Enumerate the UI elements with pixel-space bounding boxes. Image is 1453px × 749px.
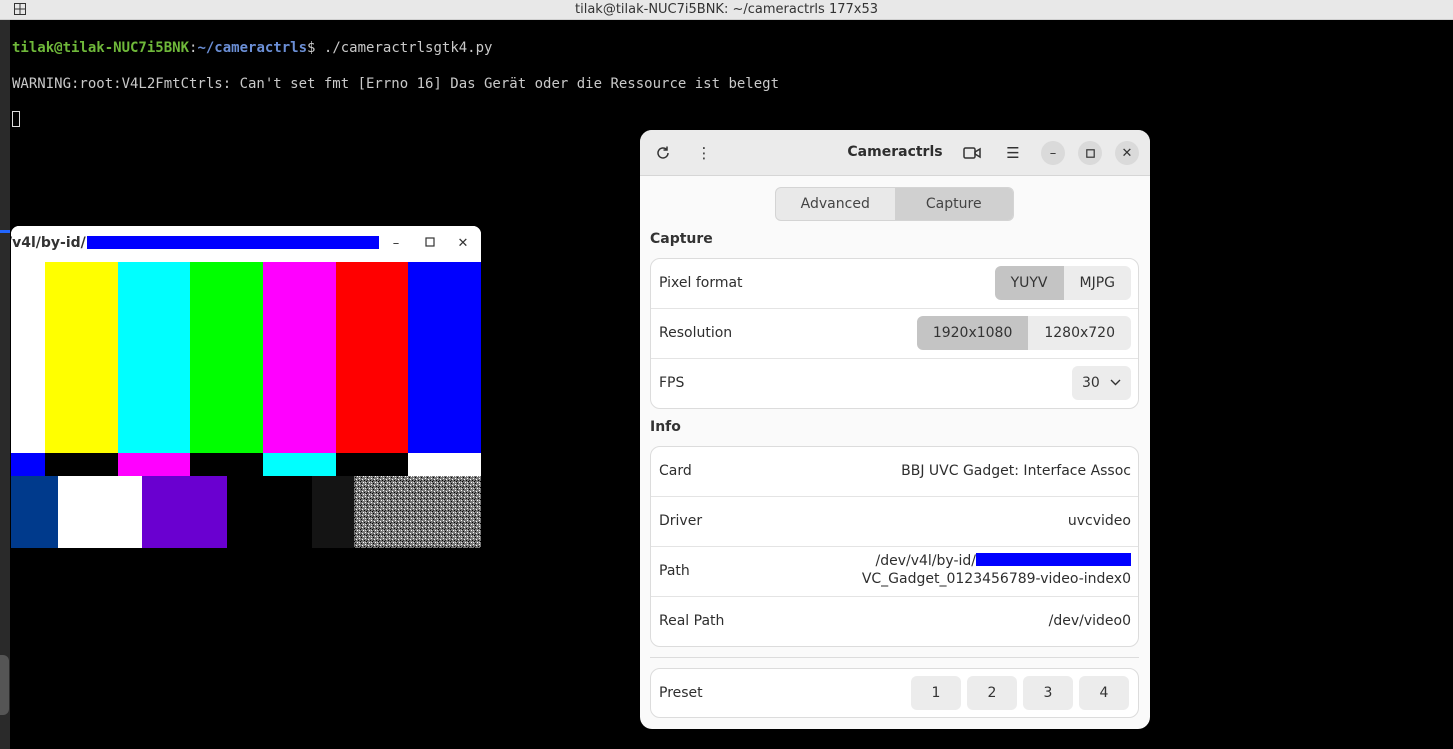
preview-titlebar[interactable]: /v4l/by-id/ – ✕ bbox=[11, 226, 481, 262]
info-heading: Info bbox=[650, 419, 681, 435]
path-row: Path /dev/v4l/by-id/ VC_Gadget_012345678… bbox=[651, 547, 1138, 597]
preview-window[interactable]: /v4l/by-id/ – ✕ bbox=[11, 226, 481, 548]
pixel-format-yuyv[interactable]: YUYV bbox=[994, 266, 1064, 300]
maximize-icon[interactable] bbox=[1078, 141, 1102, 165]
chevron-down-icon bbox=[1110, 366, 1121, 400]
dock-handle[interactable] bbox=[0, 655, 9, 715]
terminal-titlebar[interactable]: tilak@tilak-NUC7i5BNK: ~/cameractrls 177… bbox=[0, 0, 1453, 20]
terminal-output[interactable]: tilak@tilak-NUC7i5BNK:~/cameractrls$ ./c… bbox=[12, 21, 1453, 147]
fps-label: FPS bbox=[659, 375, 685, 391]
terminal-line-cursor bbox=[12, 111, 1453, 129]
cameractrls-window[interactable]: ⋮ Cameractrls ☰ – ✕ Advanced Capture Cap… bbox=[640, 130, 1150, 729]
capture-heading: Capture bbox=[650, 231, 713, 247]
dock-indicator bbox=[0, 230, 10, 233]
close-icon[interactable]: ✕ bbox=[453, 234, 473, 254]
card-label: Card bbox=[659, 463, 692, 479]
preset-button-3[interactable]: 3 bbox=[1023, 676, 1073, 710]
info-group: Card BBJ UVC Gadget: Interface Assoc Dri… bbox=[650, 446, 1139, 647]
minimize-icon[interactable]: – bbox=[1041, 141, 1065, 165]
capture-group: Pixel format YUYV MJPG Resolution 1920x1… bbox=[650, 258, 1139, 409]
fps-dropdown[interactable]: 30 bbox=[1072, 366, 1131, 400]
resolution-1920x1080[interactable]: 1920x1080 bbox=[916, 316, 1029, 350]
card-row: Card BBJ UVC Gadget: Interface Assoc bbox=[651, 447, 1138, 497]
path-redaction bbox=[976, 553, 1131, 566]
driver-row: Driver uvcvideo bbox=[651, 497, 1138, 547]
resolution-row: Resolution 1920x1080 1280x720 bbox=[651, 309, 1138, 359]
card-value: BBJ UVC Gadget: Interface Assoc bbox=[901, 463, 1131, 479]
cameractrls-headerbar[interactable]: ⋮ Cameractrls ☰ – ✕ bbox=[640, 130, 1150, 176]
path-value-prefix: /dev/v4l/by-id/ bbox=[875, 553, 977, 569]
close-icon[interactable]: ✕ bbox=[1115, 141, 1139, 165]
preview-title: /v4l/by-id/ bbox=[11, 235, 86, 251]
real-path-value: /dev/video0 bbox=[1048, 613, 1131, 629]
command-text: ./cameractrlsgtk4.py bbox=[315, 40, 493, 56]
preset-group: Preset 1 2 3 4 bbox=[650, 668, 1139, 718]
view-switcher: Advanced Capture bbox=[775, 187, 1014, 221]
prompt-user: tilak@tilak-NUC7i5BNK bbox=[12, 40, 190, 56]
real-path-row: Real Path /dev/video0 bbox=[651, 597, 1138, 646]
maximize-icon[interactable] bbox=[420, 234, 440, 254]
fps-row: FPS 30 bbox=[651, 359, 1138, 408]
pixel-format-mjpg[interactable]: MJPG bbox=[1063, 266, 1131, 300]
tab-capture[interactable]: Capture bbox=[894, 188, 1013, 220]
terminal-title: tilak@tilak-NUC7i5BNK: ~/cameractrls 177… bbox=[575, 2, 878, 17]
hamburger-menu-icon[interactable]: ☰ bbox=[1001, 141, 1025, 165]
preset-button-1[interactable]: 1 bbox=[911, 676, 961, 710]
fps-value: 30 bbox=[1082, 375, 1100, 391]
path-label: Path bbox=[659, 563, 690, 579]
path-value: /dev/v4l/by-id/ VC_Gadget_0123456789-vid… bbox=[862, 552, 1131, 588]
preview-title-redaction bbox=[87, 236, 379, 249]
resolution-toggle: 1920x1080 1280x720 bbox=[916, 316, 1131, 350]
camera-icon[interactable] bbox=[960, 141, 984, 165]
preset-button-2[interactable]: 2 bbox=[967, 676, 1017, 710]
terminal-cursor bbox=[12, 111, 20, 127]
terminal-line-command: tilak@tilak-NUC7i5BNK:~/cameractrls$ ./c… bbox=[12, 39, 1453, 57]
preset-button-4[interactable]: 4 bbox=[1079, 676, 1129, 710]
prompt-path: ~/cameractrls bbox=[197, 40, 308, 56]
pixel-format-toggle: YUYV MJPG bbox=[994, 266, 1131, 300]
preset-row: Preset 1 2 3 4 bbox=[651, 669, 1138, 717]
pixel-format-label: Pixel format bbox=[659, 275, 743, 291]
resolution-1280x720[interactable]: 1280x720 bbox=[1028, 316, 1131, 350]
separator bbox=[650, 657, 1139, 658]
pixel-format-row: Pixel format YUYV MJPG bbox=[651, 259, 1138, 309]
preset-label: Preset bbox=[659, 685, 703, 701]
driver-label: Driver bbox=[659, 513, 703, 529]
path-value-line2: VC_Gadget_0123456789-video-index0 bbox=[861, 571, 1131, 587]
resolution-label: Resolution bbox=[659, 325, 733, 341]
driver-value: uvcvideo bbox=[1067, 513, 1131, 529]
minimize-icon[interactable]: – bbox=[386, 234, 406, 254]
real-path-label: Real Path bbox=[659, 613, 725, 629]
dock-strip bbox=[0, 20, 10, 749]
tab-advanced[interactable]: Advanced bbox=[776, 188, 895, 220]
color-bars-test-pattern bbox=[11, 262, 481, 548]
window-title: Cameractrls bbox=[847, 144, 943, 160]
terminal-line-warning: WARNING:root:V4L2FmtCtrls: Can't set fmt… bbox=[12, 76, 780, 92]
